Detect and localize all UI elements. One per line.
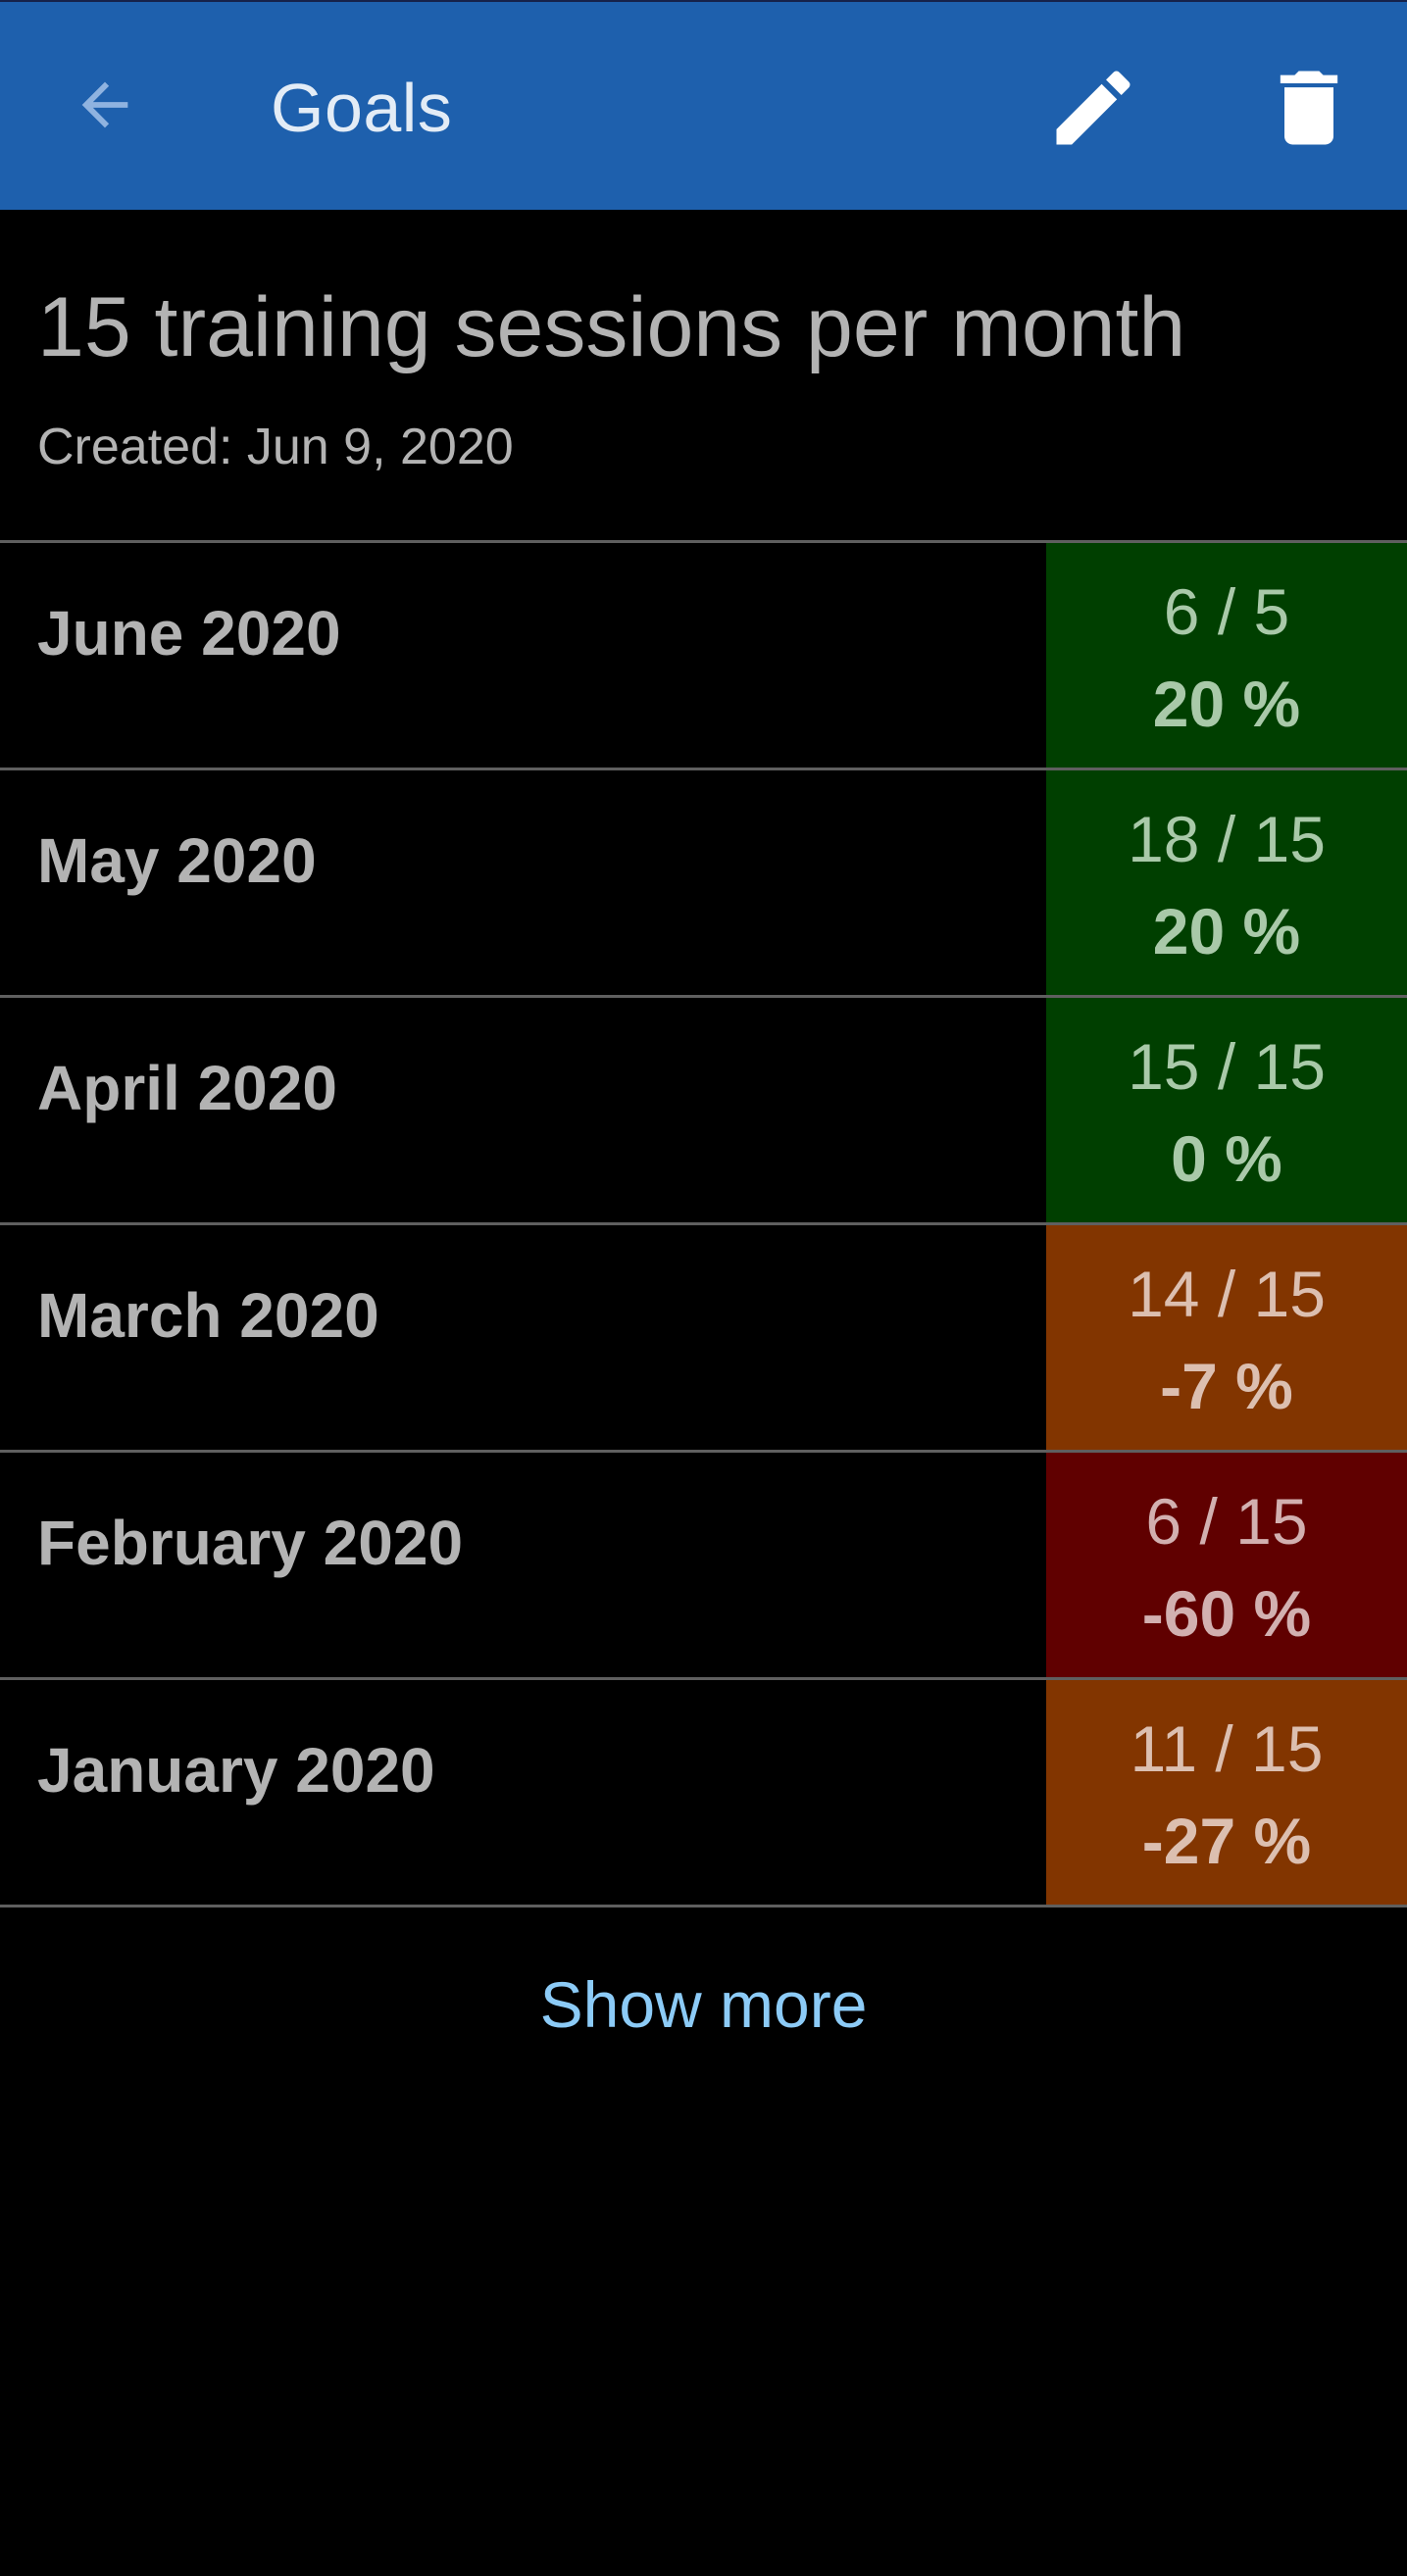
period-list: June 2020 6 / 5 20 % May 2020 18 / 15 20… xyxy=(0,540,1407,1907)
period-label: May 2020 xyxy=(37,825,317,896)
goal-header: 15 training sessions per month Created: … xyxy=(0,210,1407,543)
arrow-left-icon xyxy=(71,71,139,144)
period-label: January 2020 xyxy=(37,1735,435,1806)
period-row[interactable]: April 2020 15 / 15 0 % xyxy=(0,995,1407,1222)
period-status-cell: 6 / 15 -60 % xyxy=(1046,1453,1407,1677)
period-row[interactable]: May 2020 18 / 15 20 % xyxy=(0,768,1407,995)
period-count: 11 / 15 xyxy=(1130,1712,1324,1785)
period-row[interactable]: January 2020 11 / 15 -27 % xyxy=(0,1677,1407,1907)
page-title: Goals xyxy=(271,70,453,146)
goal-created-date: Created: Jun 9, 2020 xyxy=(37,419,514,475)
period-percent: 0 % xyxy=(1171,1122,1282,1195)
period-row[interactable]: February 2020 6 / 15 -60 % xyxy=(0,1450,1407,1677)
pencil-icon xyxy=(1044,59,1142,162)
period-percent: -60 % xyxy=(1141,1577,1312,1650)
period-percent: -7 % xyxy=(1160,1350,1293,1422)
period-percent: 20 % xyxy=(1152,895,1301,967)
show-more-button[interactable]: Show more xyxy=(0,1956,1407,2054)
delete-button[interactable] xyxy=(1250,56,1368,164)
period-row[interactable]: March 2020 14 / 15 -7 % xyxy=(0,1222,1407,1450)
period-status-cell: 18 / 15 20 % xyxy=(1046,770,1407,995)
period-label: February 2020 xyxy=(37,1508,464,1578)
period-count: 14 / 15 xyxy=(1128,1258,1326,1330)
period-row[interactable]: June 2020 6 / 5 20 % xyxy=(0,540,1407,768)
period-percent: 20 % xyxy=(1152,668,1301,740)
period-label: March 2020 xyxy=(37,1280,379,1351)
edit-button[interactable] xyxy=(1034,56,1152,164)
trash-icon xyxy=(1260,59,1358,162)
app-bar: Goals xyxy=(0,0,1407,210)
period-status-cell: 15 / 15 0 % xyxy=(1046,998,1407,1222)
period-status-cell: 11 / 15 -27 % xyxy=(1046,1680,1407,1905)
period-count: 6 / 5 xyxy=(1163,575,1290,648)
period-count: 15 / 15 xyxy=(1128,1030,1326,1103)
period-count: 6 / 15 xyxy=(1145,1485,1308,1558)
period-count: 18 / 15 xyxy=(1128,803,1326,875)
period-status-cell: 6 / 5 20 % xyxy=(1046,543,1407,768)
back-button[interactable] xyxy=(61,63,149,151)
period-label: June 2020 xyxy=(37,598,341,669)
goal-title: 15 training sessions per month xyxy=(37,280,1186,374)
period-label: April 2020 xyxy=(37,1053,337,1123)
period-status-cell: 14 / 15 -7 % xyxy=(1046,1225,1407,1450)
period-percent: -27 % xyxy=(1141,1805,1312,1877)
